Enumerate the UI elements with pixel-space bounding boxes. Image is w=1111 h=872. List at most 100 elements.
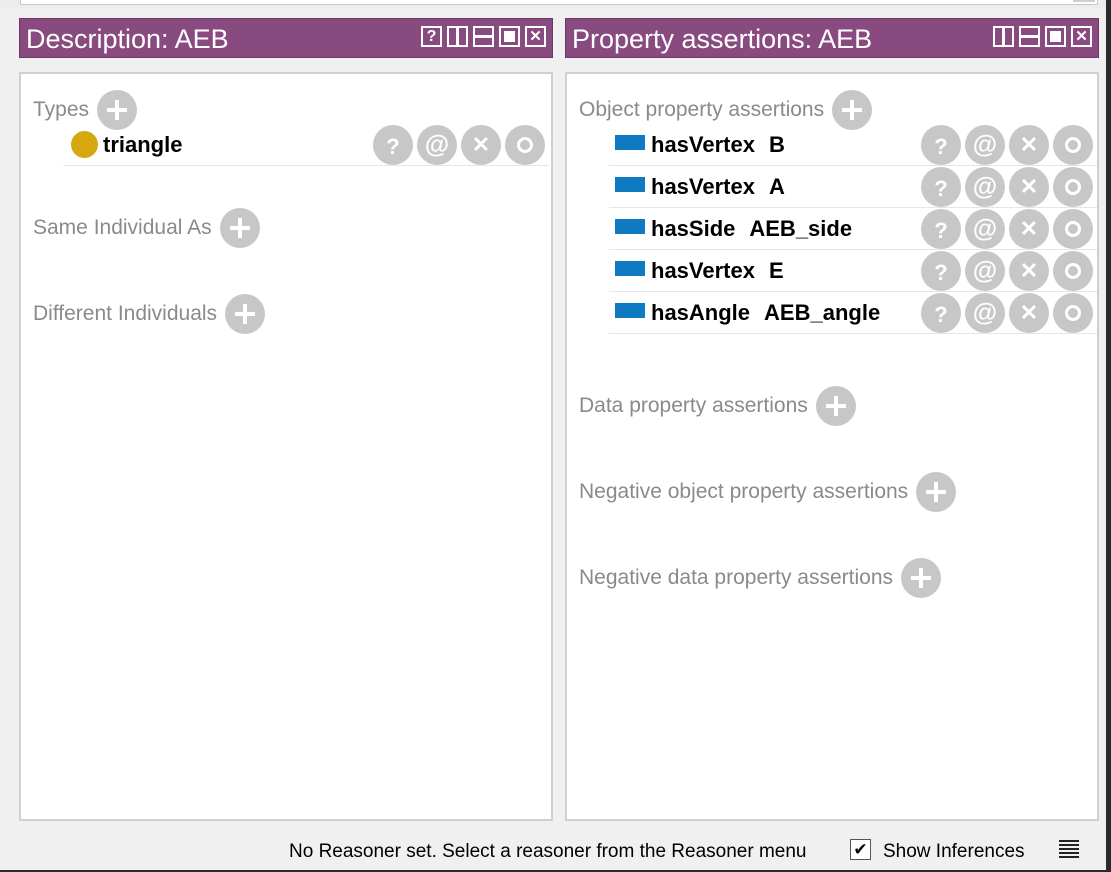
- delete-button[interactable]: ✕: [1009, 209, 1049, 249]
- edit-button[interactable]: [1053, 293, 1093, 333]
- object-property-row-actions: ? @ ✕: [921, 167, 1093, 207]
- add-same-individual-button[interactable]: [219, 208, 260, 248]
- split-vertical-icon[interactable]: [447, 26, 468, 47]
- delete-button[interactable]: ✕: [461, 125, 501, 165]
- annotate-button[interactable]: @: [965, 293, 1005, 333]
- close-icon[interactable]: [1071, 26, 1092, 47]
- status-bar: No Reasoner set. Select a reasoner from …: [0, 826, 1111, 872]
- explain-button[interactable]: ?: [921, 293, 961, 333]
- edit-button[interactable]: [1053, 125, 1093, 165]
- object-property-row-actions: ? @ ✕: [921, 125, 1093, 165]
- explain-button[interactable]: ?: [921, 125, 961, 165]
- object-property-row-actions: ? @ ✕: [921, 209, 1093, 249]
- object-property-row-actions: ? @ ✕: [921, 293, 1093, 333]
- object-property-row[interactable]: hasVertex E ? @ ✕: [609, 250, 1097, 292]
- add-different-individual-button[interactable]: [225, 294, 266, 334]
- object-properties-title: Object property assertions: [579, 98, 825, 121]
- delete-button[interactable]: ✕: [1009, 125, 1049, 165]
- delete-button[interactable]: ✕: [1009, 251, 1049, 291]
- data-properties-section: Data property assertions: [579, 386, 856, 426]
- property-panel-title: Property assertions: AEB: [572, 24, 873, 54]
- object-property-icon: [615, 219, 645, 234]
- property-name: hasVertex: [651, 174, 755, 199]
- object-property-label: hasVertex B: [651, 132, 785, 158]
- description-panel-body: Types triangle ? @ ✕ Same Individual As …: [19, 72, 553, 821]
- type-label: triangle: [103, 132, 183, 157]
- window-edge: [1106, 0, 1111, 872]
- object-property-row[interactable]: hasVertex B ? @ ✕: [609, 124, 1097, 166]
- add-negative-object-property-button[interactable]: [916, 472, 957, 512]
- types-section-title: Types: [33, 98, 90, 121]
- list-view-icon[interactable]: [1059, 840, 1079, 862]
- different-individuals-title: Different Individuals: [33, 302, 218, 325]
- annotate-button[interactable]: @: [965, 125, 1005, 165]
- edit-button[interactable]: [1053, 167, 1093, 207]
- different-individuals-section: Different Individuals: [33, 294, 266, 334]
- top-scroll-handle[interactable]: [1073, 0, 1095, 2]
- negative-object-properties-section: Negative object property assertions: [579, 472, 957, 512]
- object-property-label: hasVertex A: [651, 174, 785, 200]
- property-name: hasVertex: [651, 132, 755, 157]
- close-icon[interactable]: [525, 26, 546, 47]
- edit-button[interactable]: [505, 125, 545, 165]
- negative-object-properties-title: Negative object property assertions: [579, 480, 909, 503]
- class-dot-icon: [71, 131, 98, 158]
- property-name: hasVertex: [651, 258, 755, 283]
- explain-button[interactable]: ?: [921, 209, 961, 249]
- split-horizontal-icon[interactable]: [473, 26, 494, 47]
- object-property-row[interactable]: hasAngle AEB_angle ? @ ✕: [609, 292, 1097, 334]
- description-panel-title: Description: AEB: [26, 24, 229, 54]
- property-panel-controls: [993, 26, 1092, 47]
- explain-button[interactable]: ?: [921, 167, 961, 207]
- object-property-row-actions: ? @ ✕: [921, 251, 1093, 291]
- same-individual-title: Same Individual As: [33, 216, 212, 239]
- property-value: AEB_angle: [764, 300, 881, 325]
- maximize-icon[interactable]: [499, 26, 520, 47]
- property-panel-body: Object property assertions hasVertex B ? …: [565, 72, 1099, 821]
- top-panel-edge: [0, 0, 1111, 8]
- edit-button[interactable]: [1053, 209, 1093, 249]
- annotate-button[interactable]: @: [965, 209, 1005, 249]
- explain-button[interactable]: ?: [921, 251, 961, 291]
- negative-data-properties-title: Negative data property assertions: [579, 566, 894, 589]
- explain-button[interactable]: ?: [373, 125, 413, 165]
- property-value: A: [768, 174, 785, 199]
- property-panel-header: Property assertions: AEB: [565, 18, 1099, 58]
- reasoner-status-message: No Reasoner set. Select a reasoner from …: [289, 841, 807, 862]
- annotate-button[interactable]: @: [417, 125, 457, 165]
- show-inferences-checkbox[interactable]: ✔: [850, 839, 871, 860]
- object-property-icon: [615, 303, 645, 318]
- object-property-icon: [615, 177, 645, 192]
- property-value: E: [768, 258, 784, 283]
- object-property-row[interactable]: hasSide AEB_side ? @ ✕: [609, 208, 1097, 250]
- type-row-actions: ? @ ✕: [373, 125, 545, 165]
- property-name: hasAngle: [651, 300, 751, 325]
- add-data-property-button[interactable]: [815, 386, 856, 426]
- delete-button[interactable]: ✕: [1009, 293, 1049, 333]
- negative-data-properties-section: Negative data property assertions: [579, 558, 942, 598]
- property-value: AEB_side: [749, 216, 853, 241]
- split-horizontal-icon[interactable]: [1019, 26, 1040, 47]
- object-property-icon: [615, 261, 645, 276]
- help-icon[interactable]: [421, 26, 442, 47]
- property-name: hasSide: [651, 216, 736, 241]
- annotate-button[interactable]: @: [965, 251, 1005, 291]
- maximize-icon[interactable]: [1045, 26, 1066, 47]
- split-vertical-icon[interactable]: [993, 26, 1014, 47]
- annotate-button[interactable]: @: [965, 167, 1005, 207]
- object-property-label: hasSide AEB_side: [651, 216, 852, 242]
- object-property-row[interactable]: hasVertex A ? @ ✕: [609, 166, 1097, 208]
- top-panel-frame: [20, 0, 1098, 5]
- description-panel-controls: [421, 26, 546, 47]
- delete-button[interactable]: ✕: [1009, 167, 1049, 207]
- add-negative-data-property-button[interactable]: [901, 558, 942, 598]
- same-individual-section: Same Individual As: [33, 208, 260, 248]
- description-panel-header: Description: AEB: [19, 18, 553, 58]
- data-properties-title: Data property assertions: [579, 394, 808, 417]
- property-value: B: [768, 132, 785, 157]
- type-row[interactable]: triangle ? @ ✕: [63, 124, 549, 166]
- show-inferences-label[interactable]: Show Inferences: [883, 841, 1025, 863]
- edit-button[interactable]: [1053, 251, 1093, 291]
- object-property-icon: [615, 135, 645, 150]
- object-property-label: hasAngle AEB_angle: [651, 300, 880, 326]
